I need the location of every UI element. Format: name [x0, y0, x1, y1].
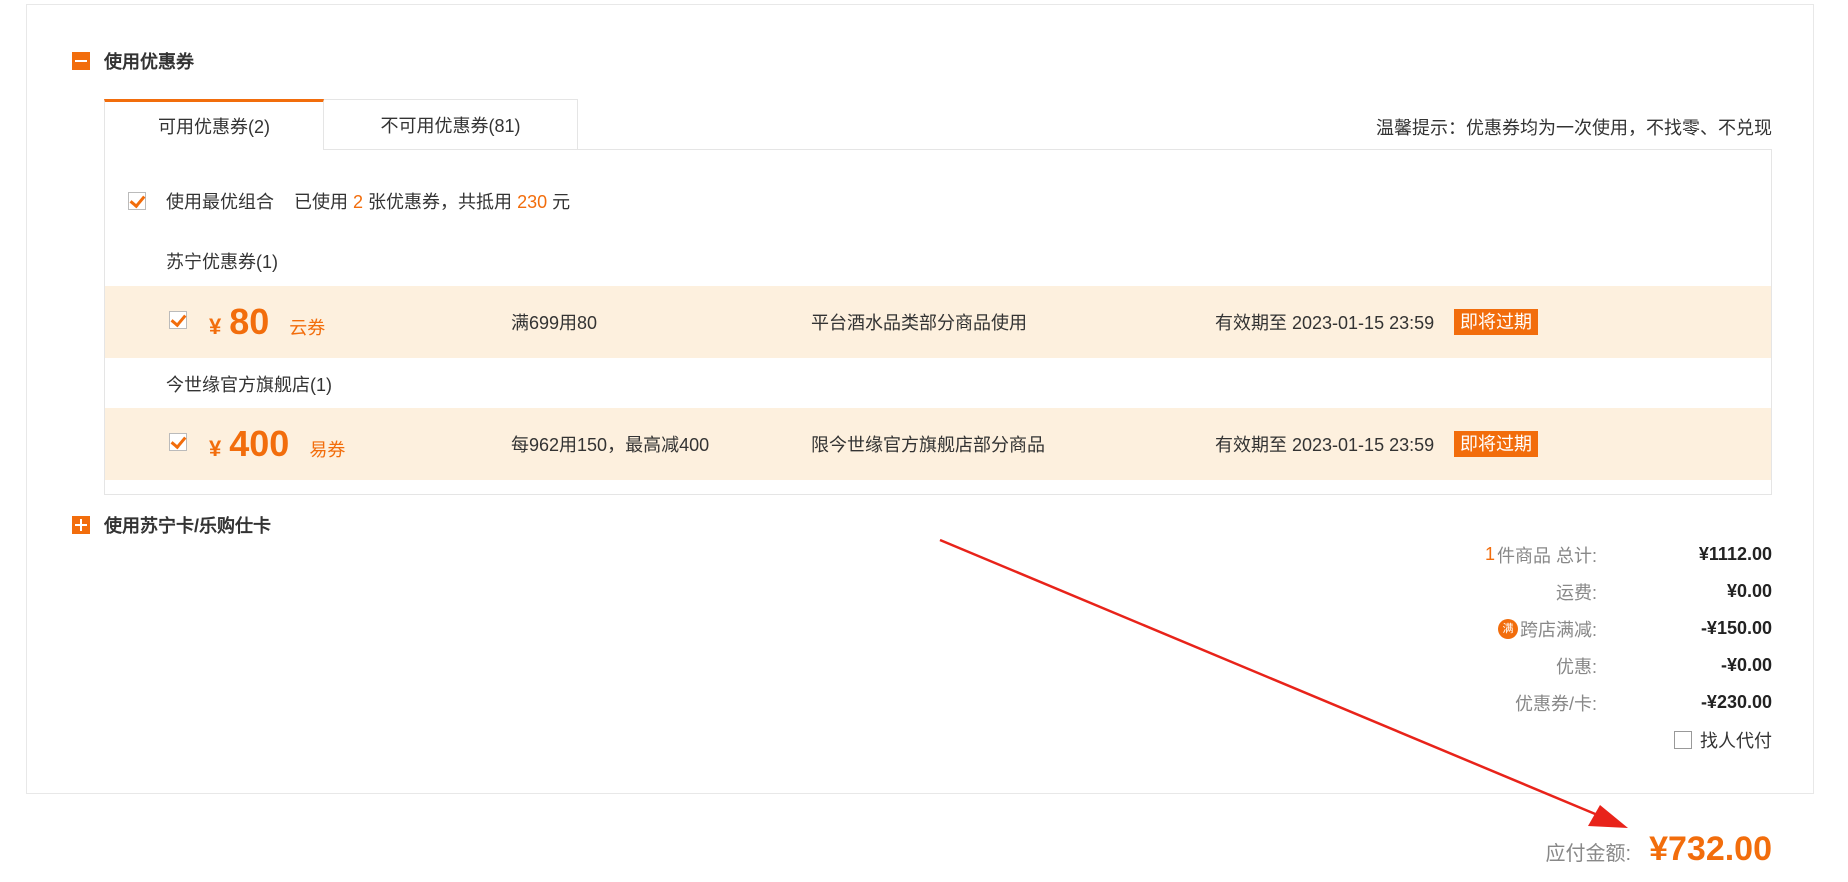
coupon-tabs: 可用优惠券(2) 不可用优惠券(81) [104, 99, 578, 150]
best-combo-checkbox[interactable] [128, 192, 146, 210]
coupon-section-header[interactable]: 使用优惠券 [72, 48, 194, 74]
coupon-group-title: 今世缘官方旗舰店(1) [166, 375, 332, 395]
shipping-value: ¥0.00 [1726, 581, 1772, 601]
best-combo-row: 使用最优组合 已使用 2 张优惠券，共抵用 230 元 [128, 188, 570, 214]
coupon-scope: 平台酒水品类部分商品使用 [811, 313, 1027, 333]
tab-available-coupons[interactable]: 可用优惠券(2) [104, 99, 324, 150]
coupon-row[interactable]: ¥ 80 云券 满699用80 平台酒水品类部分商品使用 有效期至 2023-0… [105, 286, 1771, 358]
coupon-checkbox[interactable] [169, 311, 187, 329]
coupon-condition: 每962用150，最高减400 [511, 435, 710, 455]
best-combo-label: 使用最优组合 [166, 192, 274, 212]
coupon-kind: 易券 [309, 440, 346, 460]
coupon-tip: 温馨提示：优惠券均为一次使用，不找零、不兑现 [1376, 118, 1772, 138]
coupon-currency: ¥ [209, 436, 222, 461]
total-items-row: 1 件商品 总计: ¥1112.00 [1372, 536, 1772, 573]
payable-amount: 应付金额: ¥732.00 [1546, 830, 1772, 869]
discount-label: 优惠: [1555, 656, 1597, 677]
order-totals: 1 件商品 总计: ¥1112.00 运费: ¥0.00 满跨店满减: -¥150… [1372, 536, 1772, 758]
expiring-badge: 即将过期 [1454, 309, 1538, 335]
used-prefix: 已使用 [294, 192, 348, 212]
coupon-section-title: 使用优惠券 [104, 52, 194, 72]
used-mid: 张优惠券，共抵用 [368, 192, 513, 212]
coupon-kind: 云券 [289, 318, 326, 338]
proxy-pay-checkbox[interactable] [1674, 730, 1692, 749]
proxy-pay-row[interactable]: 找人代付 [1372, 721, 1772, 758]
tab-unavailable-coupons[interactable]: 不可用优惠券(81) [324, 99, 578, 150]
coupon-row[interactable]: ¥ 400 易券 每962用150，最高减400 限今世缘官方旗舰店部分商品 有… [105, 408, 1771, 480]
used-suffix: 元 [552, 192, 571, 212]
payable-value: ¥732.00 [1649, 830, 1772, 868]
coupon-card-row: 优惠券/卡: -¥230.00 [1372, 684, 1772, 721]
collapse-icon[interactable] [72, 52, 90, 70]
coupon-scope: 限今世缘官方旗舰店部分商品 [811, 435, 1045, 455]
coupon-card-value: -¥230.00 [1700, 692, 1772, 712]
coupon-validity: 有效期至 2023-01-15 23:59 [1215, 435, 1435, 455]
items-total-value: ¥1112.00 [1698, 544, 1772, 564]
card-section-title: 使用苏宁卡/乐购仕卡 [104, 516, 272, 536]
expand-icon[interactable] [72, 516, 90, 534]
proxy-pay-label: 找人代付 [1700, 730, 1772, 751]
coupon-amount: ¥ 400 易券 [209, 423, 345, 465]
cross-store-label: 跨店满减: [1519, 619, 1597, 640]
used-discount: 230 [517, 192, 548, 212]
coupon-checkbox[interactable] [169, 433, 187, 451]
coupon-card-label: 优惠券/卡: [1514, 693, 1597, 714]
shipping-label: 运费: [1555, 582, 1597, 603]
coupon-validity: 有效期至 2023-01-15 23:59 [1215, 313, 1435, 333]
shipping-row: 运费: ¥0.00 [1372, 573, 1772, 610]
cross-store-row: 满跨店满减: -¥150.00 [1372, 610, 1772, 647]
coupon-group-title: 苏宁优惠券(1) [166, 252, 278, 272]
coupon-value: 80 [229, 301, 270, 342]
expiring-badge: 即将过期 [1454, 431, 1538, 457]
discount-value: -¥0.00 [1720, 655, 1772, 675]
coupon-condition: 满699用80 [511, 313, 598, 333]
items-label: 件商品 总计: [1496, 545, 1597, 566]
card-section-header[interactable]: 使用苏宁卡/乐购仕卡 [72, 512, 271, 538]
discount-row: 优惠: -¥0.00 [1372, 647, 1772, 684]
coupon-value: 400 [229, 423, 290, 464]
coupon-currency: ¥ [209, 314, 222, 339]
items-count: 1 [1484, 544, 1495, 564]
coupon-amount: ¥ 80 云券 [209, 301, 325, 343]
used-count: 2 [353, 192, 364, 212]
cross-store-value: -¥150.00 [1700, 618, 1772, 638]
best-combo-summary: 已使用 2 张优惠券，共抵用 230 元 [294, 188, 570, 214]
full-reduction-icon: 满 [1497, 618, 1518, 639]
payable-label: 应付金额: [1545, 843, 1632, 865]
arrow-head [1588, 805, 1628, 828]
